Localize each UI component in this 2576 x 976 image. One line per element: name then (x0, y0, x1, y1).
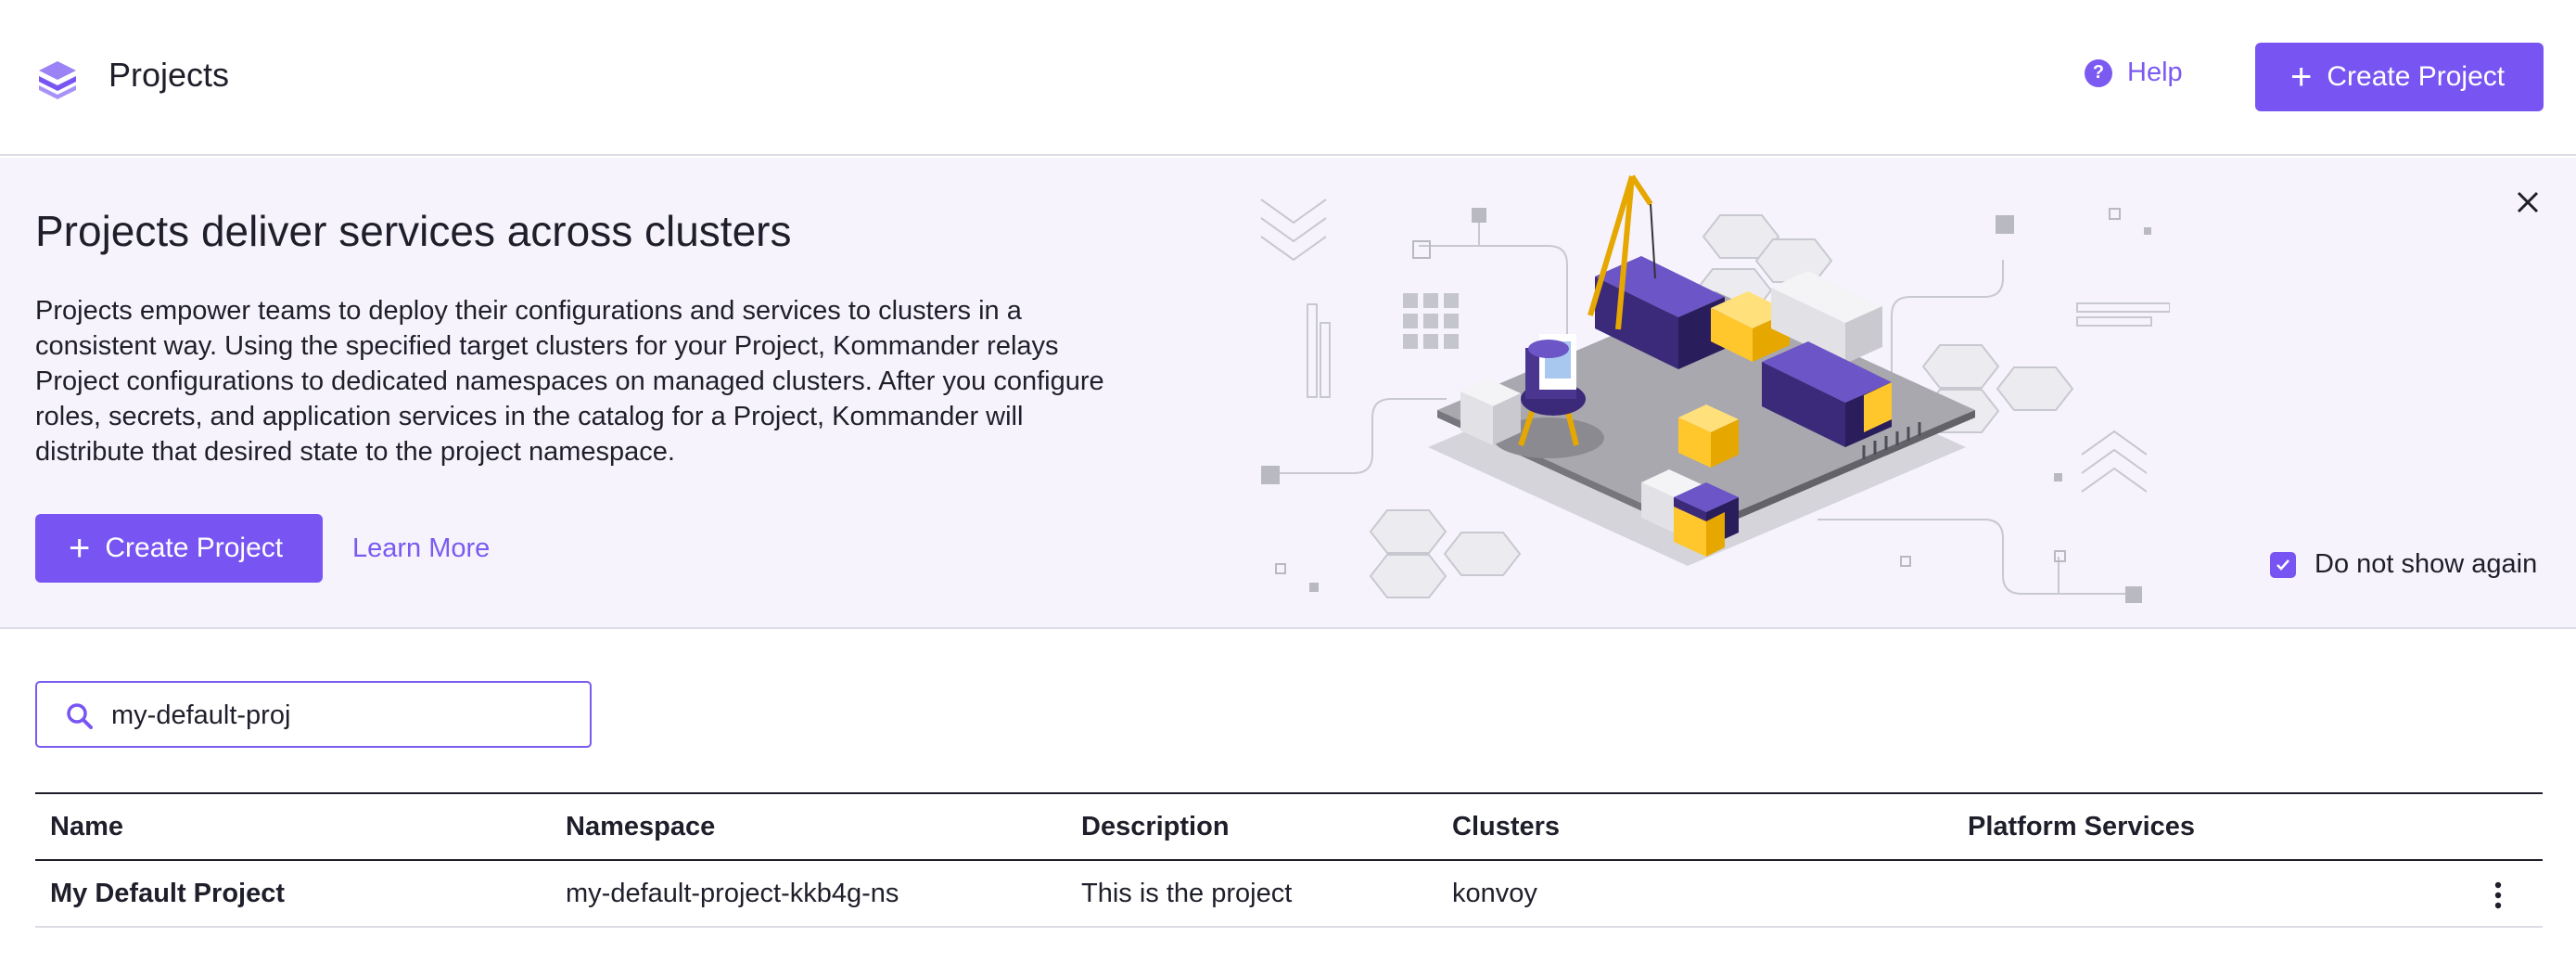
project-name-cell[interactable]: My Default Project (50, 861, 285, 926)
table-header: Name Namespace Description Clusters Plat… (35, 792, 2543, 861)
learn-more-link[interactable]: Learn More (352, 533, 490, 564)
plus-icon: + (69, 528, 91, 569)
stacked-layers-icon (39, 61, 76, 99)
banner-title: Projects deliver services across cluster… (35, 207, 792, 255)
question-circle-icon: ? (2085, 58, 2112, 87)
top-bar: Projects ? Help + Create Project (0, 0, 2576, 156)
plus-icon: + (2290, 57, 2313, 97)
projects-table: Name Namespace Description Clusters Plat… (35, 792, 2543, 928)
project-search (35, 681, 592, 748)
banner-create-project-button[interactable]: + Create Project (35, 514, 323, 583)
help-link[interactable]: ? Help (2085, 58, 2183, 88)
isometric-containers-illustration (1260, 174, 2170, 603)
column-header-name[interactable]: Name (50, 794, 123, 859)
column-header-description[interactable]: Description (1081, 794, 1230, 859)
help-label: Help (2127, 58, 2183, 87)
do-not-show-checkbox[interactable] (2270, 551, 2296, 578)
do-not-show-again: Do not show again (2270, 549, 2537, 580)
do-not-show-label: Do not show again (2315, 549, 2538, 579)
header-create-project-button[interactable]: + Create Project (2255, 43, 2544, 111)
intro-banner: Projects deliver services across cluster… (0, 158, 2576, 629)
banner-description: Projects empower teams to deploy their c… (35, 296, 1104, 467)
create-project-label: Create Project (2327, 61, 2506, 92)
search-icon (67, 703, 93, 729)
column-header-platform-services[interactable]: Platform Services (1968, 794, 2195, 859)
table-row[interactable]: My Default Project my-default-project-kk… (35, 861, 2543, 928)
description-cell: This is the project (1081, 878, 1293, 908)
page-title: Projects (108, 56, 230, 94)
namespace-cell: my-default-project-kkb4g-ns (566, 878, 899, 908)
create-project-label: Create Project (105, 533, 284, 563)
clusters-cell: konvoy (1452, 878, 1537, 908)
search-input[interactable] (111, 692, 575, 738)
close-icon[interactable] (2509, 184, 2546, 221)
kebab-menu-icon[interactable] (2491, 881, 2506, 909)
column-header-namespace[interactable]: Namespace (566, 794, 715, 859)
column-header-clusters[interactable]: Clusters (1452, 794, 1560, 859)
check-icon (2276, 559, 2289, 571)
